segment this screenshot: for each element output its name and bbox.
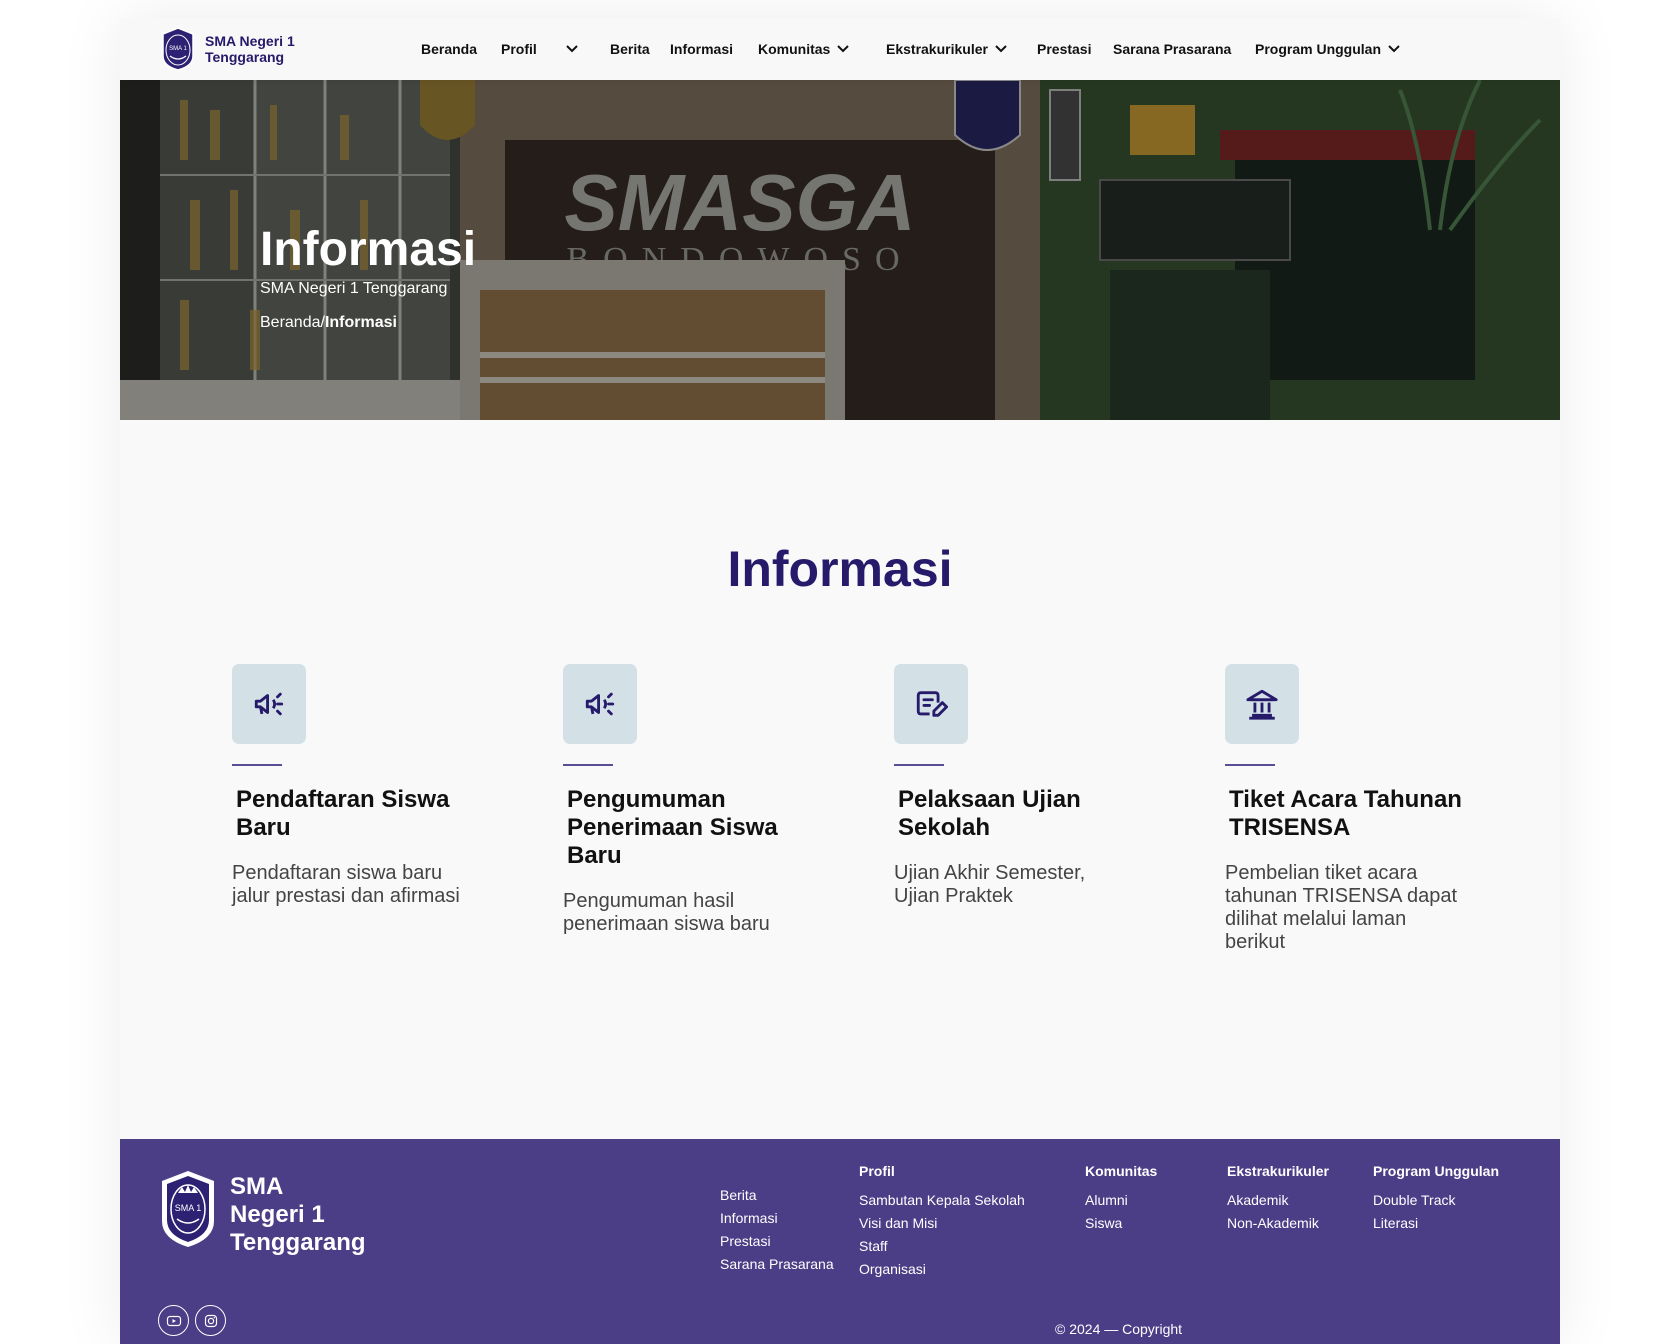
brand[interactable]: SMA 1 SMA Negeri 1 Tenggarang [159, 26, 295, 72]
footer-link[interactable]: Akademik [1227, 1189, 1329, 1212]
card-description: Pengumuman hasil penerimaan siswa baru [563, 890, 770, 935]
nav-ekstrakurikuler[interactable]: Ekstrakurikuler [886, 18, 1008, 80]
nav-label: Informasi [670, 41, 734, 57]
info-card[interactable]: Pendaftaran Siswa Baru Pendaftaran siswa… [232, 664, 472, 908]
page: SMA 1 SMA Negeri 1 Tenggarang Beranda Pr… [120, 18, 1560, 1344]
section-title: Informasi [727, 541, 953, 597]
nav-komunitas[interactable]: Komunitas [758, 18, 850, 80]
footer-brand-line2: Negeri 1 [230, 1201, 325, 1228]
footer-col-heading: Komunitas [1085, 1163, 1158, 1179]
nav-label: Profil [501, 41, 537, 57]
chevron-down-icon [1388, 45, 1400, 53]
card-description: Pembelian tiket acara tahunan TRISENSA d… [1225, 862, 1458, 953]
footer-link[interactable]: Visi dan Misi [859, 1212, 1025, 1235]
card-title: Pendaftaran Siswa Baru [236, 786, 450, 841]
svg-text:SMA 1: SMA 1 [169, 46, 187, 52]
footer-brand-line1: SMA [230, 1173, 284, 1200]
footer-brand[interactable]: SMA 1 SMA Negeri 1 Tenggarang [158, 1169, 366, 1257]
footer-link[interactable]: Siswa [1085, 1212, 1157, 1235]
chevron-down-icon [995, 45, 1007, 53]
info-card[interactable]: Pengumuman Penerimaan Siswa Baru Pengumu… [563, 664, 803, 936]
footer-col-komunitas: Komunitas Alumni Siswa [1085, 1163, 1157, 1235]
nav-label: Beranda [421, 41, 478, 57]
navbar: SMA 1 SMA Negeri 1 Tenggarang Beranda Pr… [120, 18, 1560, 80]
footer-link[interactable]: Non-Akademik [1227, 1212, 1329, 1235]
footer-link[interactable]: Organisasi [859, 1258, 1025, 1281]
nav-program-unggulan[interactable]: Program Unggulan [1255, 18, 1401, 80]
school-logo-icon: SMA 1 [162, 27, 194, 71]
nav-label: Berita [610, 41, 650, 57]
footer-link[interactable]: Staff [859, 1235, 1025, 1258]
footer-link[interactable]: Alumni [1085, 1189, 1157, 1212]
breadcrumb: Beranda/Informasi [260, 314, 397, 332]
hero-subtitle: SMA Negeri 1 Tenggarang [260, 280, 448, 297]
copyright: © 2024 — Copyright [1055, 1321, 1183, 1337]
breadcrumb-current: Informasi [324, 314, 397, 331]
card-icon-box [563, 664, 637, 744]
chevron-down-icon [837, 45, 850, 53]
nav-label: Ekstrakurikuler [886, 41, 988, 57]
building-icon [1246, 689, 1278, 720]
nav-sarana-prasarana[interactable]: Sarana Prasarana [1113, 18, 1231, 80]
hero-banner: SMASGA BONDOWOSO Informasi SMA Negeri 1 [120, 80, 1560, 420]
chevron-down-icon [566, 45, 578, 53]
megaphone-icon [585, 692, 615, 716]
footer-col-heading: Profil [859, 1163, 895, 1179]
info-card[interactable]: Pelaksaan Ujian Sekolah Ujian Akhir Seme… [894, 664, 1134, 908]
footer-link[interactable]: Sarana Prasarana [720, 1253, 834, 1276]
breadcrumb-home[interactable]: Beranda [260, 314, 321, 331]
hero-title: Informasi [260, 223, 477, 276]
card-divider [563, 764, 613, 766]
nav-prestasi[interactable]: Prestasi [1037, 18, 1091, 80]
nav-label: Prestasi [1037, 41, 1092, 57]
footer-brand-line3: Tenggarang [230, 1229, 366, 1256]
nav-label: Komunitas [758, 41, 831, 57]
nav-label: Sarana Prasarana [1113, 41, 1232, 57]
card-title: Pengumuman Penerimaan Siswa Baru [567, 786, 778, 869]
footer-link[interactable]: Informasi [720, 1207, 834, 1230]
card-divider [1225, 764, 1275, 766]
instagram-button[interactable] [195, 1305, 226, 1336]
instagram-icon [204, 1314, 217, 1327]
footer-col-program-unggulan: Program Unggulan Double Track Literasi [1373, 1163, 1499, 1235]
social-links [158, 1305, 226, 1336]
nav-informasi[interactable]: Informasi [670, 18, 733, 80]
brand-name-line2: Tenggarang [205, 49, 285, 65]
footer: SMA 1 SMA Negeri 1 Tenggarang Berita Inf… [120, 1139, 1560, 1344]
card-divider [232, 764, 282, 766]
exam-edit-icon [916, 691, 948, 717]
footer-col-heading: Program Unggulan [1373, 1163, 1500, 1179]
school-logo-icon: SMA 1 [162, 1171, 214, 1247]
card-icon-box [894, 664, 968, 744]
card-icon-box [1225, 664, 1299, 744]
svg-text:SMA 1: SMA 1 [175, 1203, 202, 1213]
footer-links: Berita Informasi Prestasi Sarana Prasara… [720, 1184, 834, 1276]
card-icon-box [232, 664, 306, 744]
info-card[interactable]: Tiket Acara Tahunan TRISENSA Pembelian t… [1225, 664, 1465, 954]
megaphone-icon [254, 692, 284, 716]
nav-label: Program Unggulan [1255, 41, 1382, 57]
footer-link[interactable]: Prestasi [720, 1230, 834, 1253]
card-title: Pelaksaan Ujian Sekolah [898, 786, 1081, 841]
nav-berita[interactable]: Berita [610, 18, 650, 80]
footer-col-profil: Profil Sambutan Kepala Sekolah Visi dan … [859, 1163, 1025, 1281]
brand-name-line1: SMA Negeri 1 [205, 33, 295, 49]
youtube-button[interactable] [158, 1305, 189, 1336]
card-title: Tiket Acara Tahunan TRISENSA [1229, 786, 1462, 841]
card-divider [894, 764, 944, 766]
footer-link[interactable]: Berita [720, 1184, 834, 1207]
nav-beranda[interactable]: Beranda [421, 18, 477, 80]
footer-col-heading: Ekstrakurikuler [1227, 1163, 1329, 1179]
footer-link[interactable]: Double Track [1373, 1189, 1499, 1212]
card-description: Pendaftaran siswa baru jalur prestasi da… [232, 862, 460, 907]
footer-link[interactable]: Sambutan Kepala Sekolah [859, 1189, 1025, 1212]
youtube-icon [166, 1315, 181, 1326]
card-description: Ujian Akhir Semester, Ujian Praktek [894, 862, 1086, 907]
nav-profil[interactable]: Profil [501, 18, 579, 80]
footer-col-ekstrakurikuler: Ekstrakurikuler Akademik Non-Akademik [1227, 1163, 1329, 1235]
footer-link[interactable]: Literasi [1373, 1212, 1499, 1235]
